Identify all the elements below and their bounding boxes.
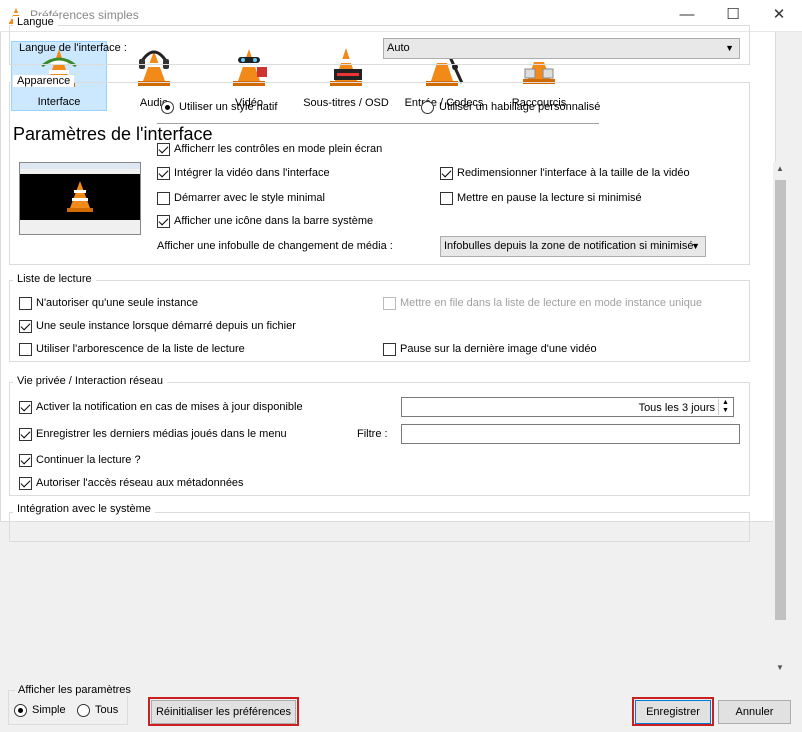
- continue-playback-checkbox[interactable]: [19, 454, 32, 467]
- appearance-group-title: Apparence: [13, 75, 75, 87]
- resize-interface-checkbox[interactable]: [440, 167, 453, 180]
- reset-preferences-button[interactable]: Réinitialiser les préférences: [151, 700, 296, 724]
- media-popup-value: Infobulles depuis la zone de notificatio…: [444, 240, 694, 252]
- chevron-down-icon: ▼: [725, 43, 734, 53]
- update-interval-value: Tous les 3 jours: [638, 402, 715, 414]
- filter-label: Filtre :: [357, 428, 388, 440]
- embed-video-checkbox[interactable]: [157, 167, 170, 180]
- update-notification-checkbox[interactable]: [19, 401, 32, 414]
- all-settings-label: Tous: [95, 704, 119, 716]
- simple-settings-label: Simple: [32, 704, 66, 716]
- embed-video-label: Intégrer la vidéo dans l'interface: [174, 167, 330, 179]
- minimal-style-label: Démarrer avec le style minimal: [174, 192, 325, 204]
- pause-last-frame-checkbox[interactable]: [383, 343, 396, 356]
- close-button[interactable]: ✕: [756, 0, 802, 32]
- chevron-down-icon: ▼: [691, 241, 700, 251]
- cancel-button[interactable]: Annuler: [718, 700, 791, 724]
- pause-minimized-label: Mettre en pause la lecture si minimisé: [457, 192, 642, 204]
- custom-skin-label: Utiliser un habillage personnalisé: [439, 101, 601, 113]
- resize-interface-label: Redimensionner l'interface à la taille d…: [457, 167, 690, 179]
- update-interval-spinbox[interactable]: Tous les 3 jours ▲ ▼: [401, 397, 734, 417]
- language-group-title: Langue: [13, 16, 58, 28]
- one-instance-file-checkbox[interactable]: [19, 320, 32, 333]
- native-style-radio[interactable]: [161, 101, 174, 114]
- fullscreen-controls-checkbox[interactable]: [157, 143, 170, 156]
- pause-last-frame-label: Pause sur la dernière image d'une vidéo: [400, 343, 597, 355]
- filter-input[interactable]: [401, 424, 740, 444]
- update-notification-label: Activer la notification en cas de mises …: [36, 401, 303, 413]
- enqueue-one-instance-checkbox[interactable]: [383, 297, 396, 310]
- simple-settings-radio[interactable]: [14, 704, 27, 717]
- fullscreen-controls-label: Afficherr les contrôles en mode plein éc…: [174, 143, 383, 155]
- recent-media-checkbox[interactable]: [19, 428, 32, 441]
- interface-language-label: Langue de l'interface :: [19, 42, 127, 54]
- minimal-style-checkbox[interactable]: [157, 192, 170, 205]
- enqueue-one-instance-label: Mettre en file dans la liste de lecture …: [400, 297, 703, 309]
- vertical-scrollbar[interactable]: ▲ ▼: [773, 162, 788, 674]
- custom-skin-radio[interactable]: [421, 101, 434, 114]
- media-popup-select[interactable]: Infobulles depuis la zone de notificatio…: [440, 236, 706, 257]
- playlist-tree-checkbox[interactable]: [19, 343, 32, 356]
- scrollbar-thumb[interactable]: [775, 180, 786, 620]
- interface-language-value: Auto: [387, 42, 410, 54]
- pause-minimized-checkbox[interactable]: [440, 192, 453, 205]
- media-popup-label: Afficher une infobulle de changement de …: [157, 240, 393, 252]
- preview-controls: [20, 220, 140, 234]
- playlist-tree-label: Utiliser l'arborescence de la liste de l…: [36, 343, 245, 355]
- recent-media-label: Enregistrer les derniers médias joués da…: [36, 428, 287, 440]
- interface-language-select[interactable]: Auto ▼: [383, 38, 740, 59]
- systray-icon-label: Afficher une icône dans la barre système: [174, 215, 374, 227]
- scroll-down-icon[interactable]: ▼: [776, 663, 784, 672]
- preview-cone-icon: [67, 181, 93, 212]
- interface-preview-image: [19, 162, 141, 235]
- preview-menubar: [20, 169, 140, 174]
- continue-playback-label: Continuer la lecture ?: [36, 454, 141, 466]
- metadata-access-checkbox[interactable]: [19, 477, 32, 490]
- metadata-access-label: Autoriser l'accès réseau aux métadonnées: [36, 477, 244, 489]
- show-settings-title: Afficher les paramètres: [15, 684, 134, 696]
- native-style-label: Utiliser un style natif: [179, 101, 278, 113]
- one-instance-file-label: Une seule instance lorsque démarré depui…: [36, 320, 296, 332]
- divider: [157, 123, 599, 124]
- all-settings-radio[interactable]: [77, 704, 90, 717]
- playlist-group-title: Liste de lecture: [13, 273, 96, 285]
- one-instance-checkbox[interactable]: [19, 297, 32, 310]
- save-button[interactable]: Enregistrer: [635, 700, 711, 724]
- scroll-up-icon[interactable]: ▲: [776, 164, 784, 173]
- one-instance-label: N'autoriser qu'une seule instance: [36, 297, 198, 309]
- privacy-group-title: Vie privée / Interaction réseau: [13, 375, 167, 387]
- spin-arrows-icon[interactable]: ▲ ▼: [718, 399, 732, 415]
- systray-icon-checkbox[interactable]: [157, 215, 170, 228]
- integration-group-title: Intégration avec le système: [13, 503, 155, 515]
